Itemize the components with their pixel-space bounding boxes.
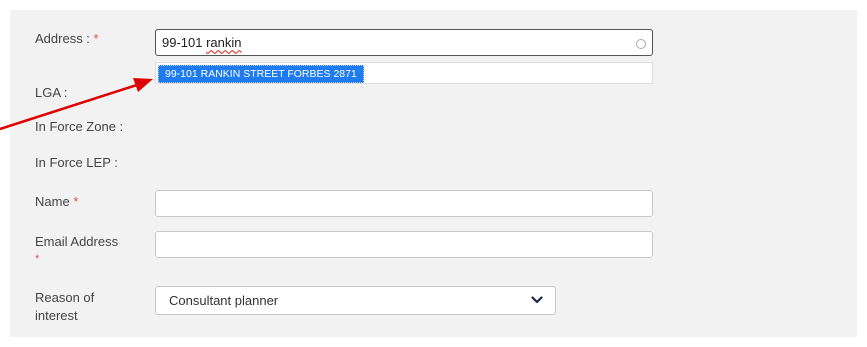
annotation-arrow — [0, 78, 153, 131]
